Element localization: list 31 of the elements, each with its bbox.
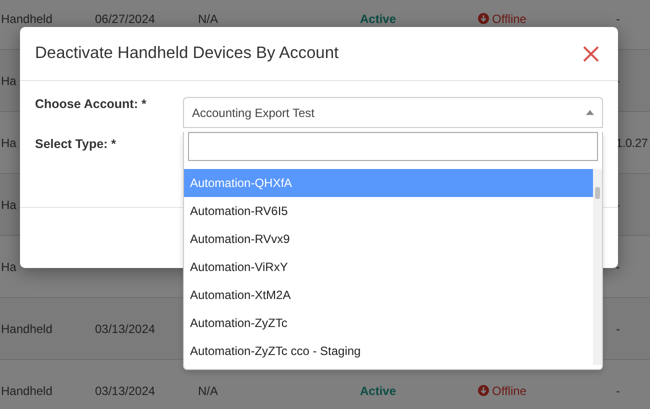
table-cell: N/A (198, 384, 218, 398)
table-cell: 06/27/2024 (95, 12, 156, 26)
down-arrow-icon (478, 13, 489, 24)
table-cell: - (616, 260, 620, 274)
table-cell: - (616, 322, 620, 336)
close-button[interactable] (582, 44, 600, 62)
search-field[interactable] (188, 132, 598, 161)
table-cell: 03/13/2024 (95, 322, 156, 336)
dialog-title: Deactivate Handheld Devices By Account (35, 44, 339, 63)
table-cell: - (616, 12, 620, 26)
table-cell: N/A (198, 12, 218, 26)
status-label: Active (360, 384, 396, 398)
table-cell: Ha (0, 74, 16, 88)
table-cell: Ha (0, 260, 16, 274)
connection-status: Offline (478, 12, 526, 26)
caret-icon (586, 110, 594, 115)
table-cell: Handheld (0, 322, 52, 336)
status-label: Active (360, 12, 396, 26)
scrollbar[interactable] (593, 169, 602, 365)
field-label: Choose Account: * (35, 97, 148, 111)
table-cell: Ha (0, 198, 16, 212)
table-cell: - (616, 384, 620, 398)
field-label: Select Type: * (35, 137, 118, 151)
account-select[interactable]: Accounting Export Test (183, 97, 603, 128)
table-cell: 1.0.27 (616, 136, 648, 150)
table-cell: Handheld (0, 12, 52, 26)
table-cell: Ha (0, 136, 16, 150)
table-cell: Handheld (0, 384, 52, 398)
down-arrow-icon (478, 385, 489, 396)
table-cell: 03/13/2024 (95, 384, 156, 398)
connection-status: Offline (478, 384, 526, 398)
